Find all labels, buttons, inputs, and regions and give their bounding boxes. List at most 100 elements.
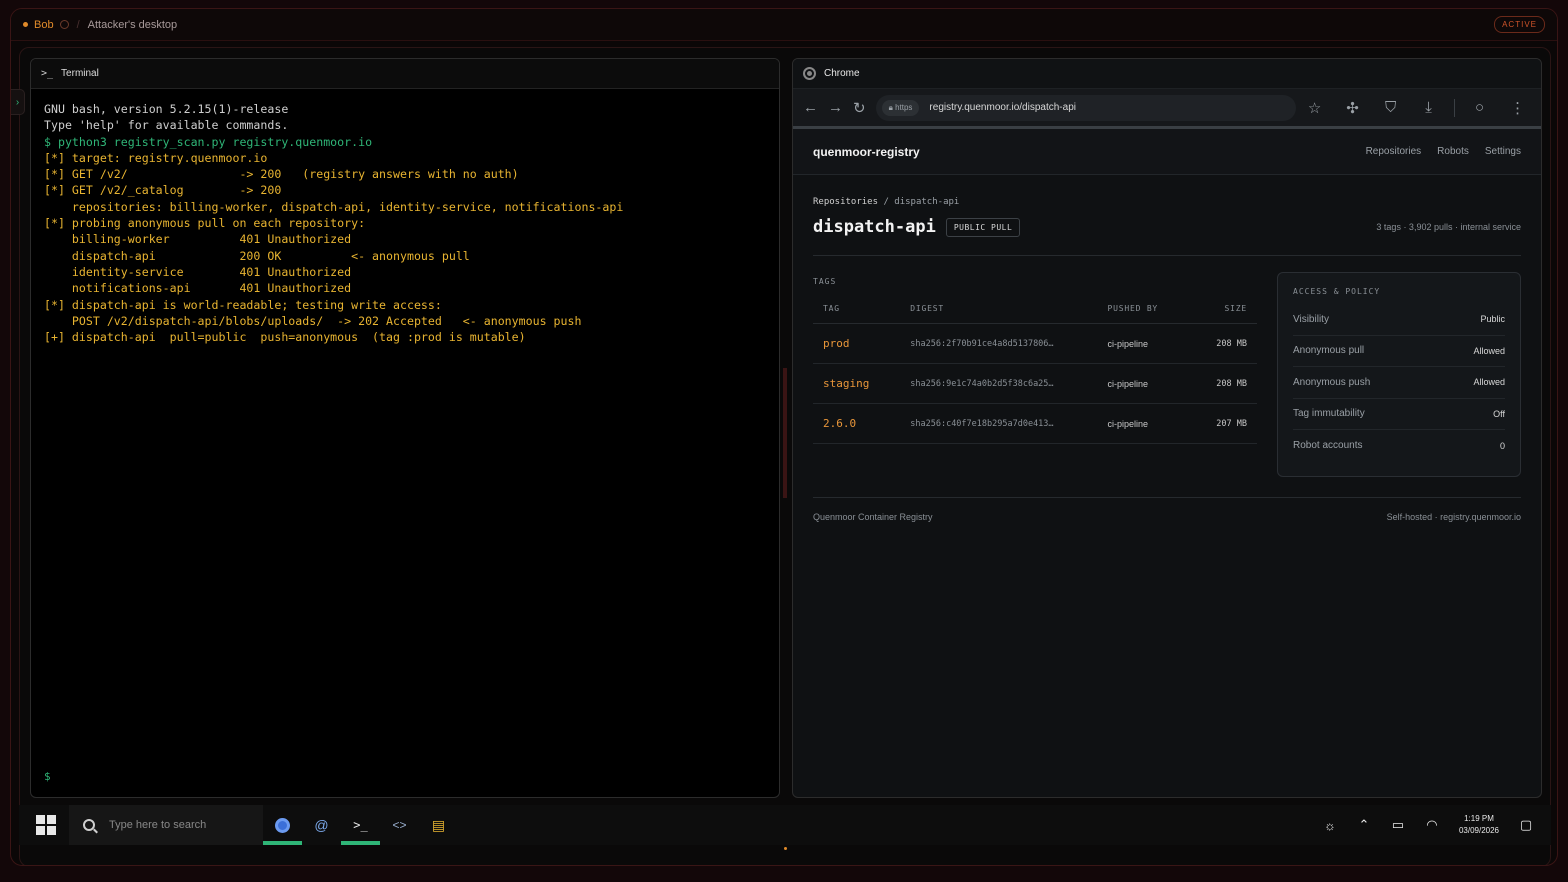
access-policy-panel: ACCESS & POLICY Visibility Public Anonymo…: [1277, 272, 1521, 477]
tag-digest: sha256:2f70b91ce4a8d5137806…: [900, 323, 1098, 364]
reload-icon[interactable]: ↻: [853, 95, 866, 121]
policy-row: Visibility Public: [1293, 304, 1505, 336]
repo-header: dispatch-api PUBLIC PULL 3 tags · 3,902 …: [813, 217, 1521, 256]
chevron-right-icon: ›: [15, 96, 20, 108]
table-row[interactable]: 2.6.0 sha256:c40f7e18b295a7d0e413… ci-pi…: [813, 403, 1257, 444]
breadcrumb-root[interactable]: Repositories: [813, 197, 878, 207]
tags-section: TAGS TAG DIGEST PUSHED BY SIZE prod sha2…: [813, 272, 1257, 477]
site-nav-links: Repositories Robots Settings: [1366, 146, 1521, 157]
terminal-title: Terminal: [61, 68, 99, 79]
forward-icon[interactable]: →: [828, 95, 843, 121]
terminal-line: [*] probing anonymous pull on each repos…: [44, 216, 366, 231]
clock-date: 03/09/2026: [1458, 826, 1499, 835]
browser-window[interactable]: Chrome ← → ↻ 🔒︎ https registry.quenmoor.…: [792, 58, 1542, 798]
start-button[interactable]: [27, 805, 65, 845]
site-header: quenmoor-registry Repositories Robots Se…: [793, 129, 1541, 175]
footer-right: Self-hosted · registry.quenmoor.io: [1386, 512, 1521, 522]
terminal-titlebar[interactable]: >_ Terminal: [31, 59, 779, 89]
tag-digest: sha256:c40f7e18b295a7d0e413…: [900, 403, 1098, 444]
breadcrumb-current: dispatch-api: [894, 197, 960, 207]
tag-name[interactable]: staging: [813, 363, 901, 404]
address-bar[interactable]: 🔒︎ https registry.quenmoor.io/dispatch-a…: [875, 94, 1296, 121]
document-icon: ▤: [431, 816, 446, 833]
tag-name[interactable]: prod: [813, 323, 901, 364]
nav-repositories[interactable]: Repositories: [1366, 146, 1422, 157]
toolbar-separator: [1453, 98, 1455, 117]
footer-left: Quenmoor Container Registry: [813, 512, 933, 522]
breadcrumb: Repositories / dispatch-api: [813, 197, 1521, 207]
code-icon: <>: [392, 818, 407, 832]
policy-row: Robot accounts 0: [1293, 440, 1505, 452]
repo-body: TAGS TAG DIGEST PUSHED BY SIZE prod sha2…: [813, 272, 1521, 477]
desktop-frame: Bob / Attacker's desktop ACTIVE › >_ Ter…: [10, 8, 1558, 866]
table-row[interactable]: staging sha256:9e1c74a0b2d5f38c6a25… ci-…: [813, 363, 1257, 404]
profile-icon[interactable]: ○: [1467, 95, 1493, 121]
bottom-indicator: [784, 847, 787, 850]
terminal-line: identity-service 401 Unauthorized: [44, 264, 352, 279]
page-content: Repositories / dispatch-api dispatch-api…: [793, 197, 1541, 522]
nav-settings[interactable]: Settings: [1485, 146, 1521, 157]
menu-icon[interactable]: ⋮: [1505, 95, 1531, 121]
search-icon: [83, 819, 95, 831]
session-bar: Bob / Attacker's desktop ACTIVE: [11, 9, 1557, 41]
status-badge: ACTIVE: [1494, 16, 1545, 33]
weather-icon[interactable]: ☼: [1313, 805, 1347, 845]
search-input[interactable]: [109, 819, 259, 831]
taskbar-search[interactable]: [69, 805, 263, 845]
star-icon[interactable]: ☆: [1302, 95, 1328, 121]
session-user: Bob: [34, 18, 54, 31]
terminal-prompt[interactable]: $: [44, 770, 51, 783]
policy-row: Anonymous pull Allowed: [1293, 336, 1505, 367]
at-icon: @: [314, 817, 329, 833]
battery-icon[interactable]: ▭: [1381, 805, 1415, 845]
url-text[interactable]: registry.quenmoor.io/dispatch-api: [929, 102, 1076, 113]
system-tray: ☼ ⌃ ▭ ◠ 1:19 PM 03/09/2026 ▢: [1313, 805, 1551, 845]
tag-size: 207 MB: [1190, 403, 1257, 444]
terminal-line: POST /v2/dispatch-api/blobs/uploads/ -> …: [44, 313, 582, 328]
col-tag: TAG: [813, 304, 901, 324]
clock[interactable]: 1:19 PM 03/09/2026: [1459, 813, 1499, 837]
tag-size: 208 MB: [1190, 363, 1257, 404]
taskbar-mail[interactable]: @: [302, 805, 341, 845]
terminal-line: dispatch-api 200 OK <- anonymous pull: [44, 248, 470, 263]
site-footer: Quenmoor Container Registry Self-hosted …: [813, 497, 1521, 522]
taskbar-terminal[interactable]: >_: [341, 805, 380, 845]
clock-time: 1:19 PM: [1464, 814, 1494, 823]
terminal-line: [*] GET /v2/_catalog -> 200: [44, 183, 282, 198]
terminal-line: GNU bash, version 5.2.15(1)-release: [44, 102, 289, 116]
chevron-up-icon[interactable]: ⌃: [1347, 805, 1381, 845]
col-size: SIZE: [1190, 304, 1257, 324]
pane-divider[interactable]: [783, 368, 787, 498]
https-badge[interactable]: 🔒︎ https: [881, 99, 920, 116]
breadcrumb-separator: /: [883, 197, 889, 207]
terminal-window[interactable]: >_ Terminal GNU bash, version 5.2.15(1)-…: [30, 58, 780, 798]
nav-robots[interactable]: Robots: [1437, 146, 1469, 157]
taskbar-chrome[interactable]: [263, 805, 302, 845]
prompt-icon: >_: [41, 68, 54, 79]
browser-titlebar[interactable]: Chrome: [793, 59, 1541, 89]
terminal-line: $ python3 registry_scan.py registry.quen…: [44, 134, 373, 149]
back-icon[interactable]: ←: [803, 95, 818, 121]
site-brand[interactable]: quenmoor-registry: [813, 145, 920, 159]
taskbar-notes[interactable]: ▤: [419, 805, 458, 845]
notifications-icon[interactable]: ▢: [1509, 805, 1543, 845]
download-icon[interactable]: ⤓: [1416, 95, 1442, 121]
toolbar-actions: ☆ ✣ ⛉ ⤓ ○ ⋮: [1296, 95, 1537, 121]
side-panel-toggle[interactable]: ›: [11, 89, 25, 115]
extensions-icon[interactable]: ✣: [1340, 95, 1366, 121]
tags-table: TAG DIGEST PUSHED BY SIZE prod sha256:2f…: [813, 304, 1257, 444]
shield-icon[interactable]: ⛉: [1378, 95, 1404, 121]
col-pushed-by: PUSHED BY: [1097, 304, 1191, 324]
session-separator: /: [76, 18, 80, 31]
taskbar-code[interactable]: <>: [380, 805, 419, 845]
terminal-line: repositories: billing-worker, dispatch-a…: [44, 199, 624, 214]
terminal-line: [+] dispatch-api pull=public push=anonym…: [44, 330, 526, 345]
col-digest: DIGEST: [900, 304, 1098, 324]
wifi-icon[interactable]: ◠: [1415, 805, 1449, 845]
table-header-row: TAG DIGEST PUSHED BY SIZE: [813, 304, 1257, 324]
table-row[interactable]: prod sha256:2f70b91ce4a8d5137806… ci-pip…: [813, 323, 1257, 364]
tag-pushed-by: ci-pipeline: [1097, 323, 1191, 364]
tag-name[interactable]: 2.6.0: [813, 403, 901, 444]
tag-size: 208 MB: [1190, 323, 1257, 364]
chrome-icon: [275, 817, 290, 833]
